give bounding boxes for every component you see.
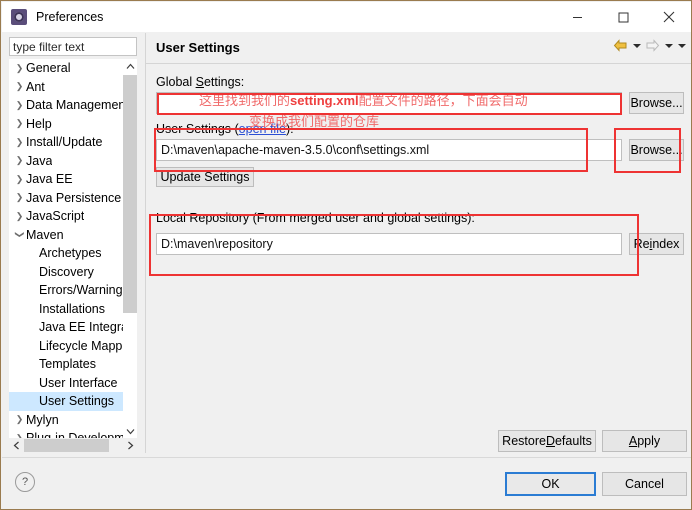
sidebar-item-java-ee[interactable]: ❯ Java EE [9, 170, 137, 189]
sidebar-item-label: Lifecycle Mappings [39, 338, 137, 353]
sidebar-item-installations[interactable]: Installations [9, 300, 137, 319]
preferences-tree[interactable]: ❯ General ❯ Ant ❯ Data Management ❯ Help ❯ Instal… [9, 59, 137, 438]
sidebar-item-java[interactable]: ❯ Java [9, 152, 137, 171]
chevron-right-icon[interactable]: ❯ [13, 211, 26, 221]
sidebar-item-label: Installations [39, 301, 106, 316]
open-file-link[interactable]: open file [239, 122, 286, 136]
sidebar-item-label: Discovery [39, 264, 94, 279]
restore-defaults-button[interactable]: Restore Defaults [498, 430, 596, 452]
sidebar-item-data-management[interactable]: ❯ Data Management [9, 96, 137, 115]
sidebar-item-mylyn[interactable]: ❯ Mylyn [9, 411, 137, 430]
sidebar-item-user-settings[interactable]: User Settings [9, 392, 137, 411]
apply-button[interactable]: Apply [602, 430, 687, 452]
sidebar-item-ant[interactable]: ❯ Ant [9, 78, 137, 97]
sidebar-item-maven[interactable]: ❯ Maven [9, 226, 137, 245]
filter-input[interactable] [9, 37, 137, 56]
chevron-right-icon[interactable]: ❯ [13, 156, 26, 165]
view-menu-chevron-down-icon[interactable] [676, 37, 687, 54]
preferences-dialog: Preferences ❯General❯Ant❯Data Management… [0, 0, 692, 510]
back-history-chevron-down-icon[interactable] [631, 37, 642, 54]
global-settings-label: Global Settings: [156, 75, 245, 89]
sidebar-item-label: Archetypes [39, 246, 102, 261]
sidebar-item-templates[interactable]: Templates [9, 355, 137, 374]
footer-divider [2, 457, 691, 458]
sidebar-item-install-update[interactable]: ❯ Install/Update [9, 133, 137, 152]
sidebar-item-discovery[interactable]: Discovery [9, 263, 137, 282]
chevron-right-icon[interactable]: ❯ [13, 100, 26, 110]
sidebar-item-label: General [26, 61, 71, 76]
sidebar-item-label: Java EE Integration [39, 320, 137, 335]
local-repository-input[interactable] [156, 233, 622, 255]
sidebar-item-label: Errors/Warnings [39, 283, 129, 298]
sidebar-item-label: Data Management [26, 98, 129, 113]
ok-button[interactable]: OK [505, 472, 596, 496]
minimize-icon[interactable] [554, 2, 600, 32]
scroll-right-icon[interactable] [123, 438, 137, 453]
tree-hscroll-thumb[interactable] [24, 439, 109, 452]
sidebar-item-plug-in-development[interactable]: ❯Plug-in Development [9, 429, 137, 438]
sidebar-item-label: Java Persistence [26, 190, 122, 205]
tree-vertical-scrollbar[interactable] [123, 59, 137, 438]
local-repository-label: Local Repository (From merged user and g… [156, 211, 475, 225]
chevron-right-icon[interactable]: ❯ [13, 137, 26, 147]
sidebar-item-label: Install/Update [26, 135, 103, 150]
forward-history-chevron-down-icon[interactable] [663, 37, 674, 54]
sidebar-item-general[interactable]: ❯ General [9, 59, 137, 78]
sidebar-item-label: Mylyn [26, 412, 59, 427]
user-settings-input[interactable] [156, 139, 622, 161]
sidebar-item-label: JavaScript [26, 209, 85, 224]
cancel-button[interactable]: Cancel [602, 472, 687, 496]
global-settings-input[interactable] [156, 92, 622, 114]
tree-horizontal-scrollbar[interactable] [9, 438, 137, 453]
back-arrow-icon[interactable] [612, 37, 629, 54]
chevron-right-icon[interactable]: ❯ [13, 82, 26, 91]
user-settings-label: User Settings (open file): [156, 122, 294, 136]
sidebar-item-label: User Settings [39, 394, 115, 409]
chevron-right-icon[interactable]: ❯ [13, 174, 26, 184]
title-bar: Preferences [2, 2, 691, 32]
sidebar-item-lifecycle-mappings[interactable]: Lifecycle Mappings [9, 337, 137, 356]
forward-arrow-icon[interactable] [644, 37, 661, 54]
sidebar-item-label: Plug-in Development [26, 431, 137, 438]
sidebar-item-label: User Interface [39, 375, 118, 390]
sidebar-item-archetypes[interactable]: Archetypes [9, 244, 137, 263]
sidebar-item-errors-warnings[interactable]: Errors/Warnings [9, 281, 137, 300]
chevron-down-icon[interactable]: ❯ [15, 228, 25, 241]
page-title: User Settings [156, 40, 240, 55]
sidebar-item-help[interactable]: ❯ Help [9, 115, 137, 134]
page-nav-toolbar [612, 37, 687, 54]
update-settings-button[interactable]: Update Settings [156, 167, 254, 187]
sidebar-item-java-ee-integration[interactable]: Java EE Integration [9, 318, 137, 337]
reindex-button[interactable]: Re i ndex [629, 233, 684, 255]
chevron-right-icon[interactable]: ❯ [13, 63, 26, 73]
chevron-right-icon[interactable]: ❯ [13, 119, 26, 128]
eclipse-preferences-icon [11, 9, 27, 25]
scroll-left-icon[interactable] [9, 438, 23, 453]
window-title: Preferences [36, 10, 104, 24]
page-body: Global Settings: Browse... User Settings… [146, 63, 691, 453]
maximize-icon[interactable] [600, 2, 646, 32]
scroll-up-icon[interactable] [123, 59, 137, 73]
sidebar-item-label: Java [26, 153, 53, 168]
sidebar-item-label: Templates [39, 357, 96, 372]
page-header: User Settings [146, 33, 691, 64]
sidebar-item-java-persistence[interactable]: ❯ Java Persistence [9, 189, 137, 208]
user-settings-browse-button[interactable]: Browse... [629, 139, 684, 161]
sidebar-item-javascript[interactable]: ❯ JavaScript [9, 207, 137, 226]
sidebar-item-label: Help [26, 116, 52, 131]
tree-scroll-thumb[interactable] [123, 75, 137, 313]
global-settings-browse-button[interactable]: Browse... [629, 92, 684, 114]
chevron-right-icon[interactable]: ❯ [13, 415, 26, 424]
sidebar-item-label: Ant [26, 79, 45, 94]
sidebar-item-user-interface[interactable]: User Interface [9, 374, 137, 393]
chevron-right-icon[interactable]: ❯ [13, 193, 26, 202]
sidebar-item-label: Java EE [26, 172, 73, 187]
sidebar-item-label: Maven [26, 227, 64, 242]
question-mark-icon[interactable]: ? [15, 472, 35, 492]
scroll-down-icon[interactable] [123, 424, 137, 438]
close-icon[interactable] [646, 2, 691, 32]
window-controls [554, 2, 691, 32]
